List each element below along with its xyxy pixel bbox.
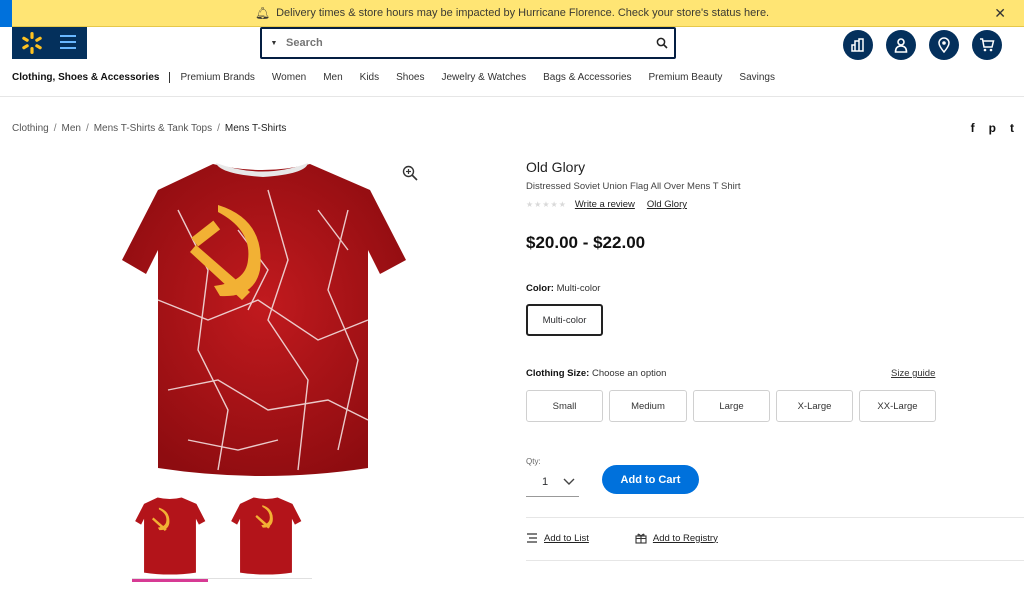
divider <box>526 517 1024 518</box>
size-option-small[interactable]: Small <box>526 390 603 422</box>
list-icon <box>527 533 537 543</box>
nav-item-premium-brands[interactable]: Premium Brands <box>180 72 254 83</box>
chevron-down-icon <box>563 478 575 485</box>
alert-banner[interactable]: 🔔︎ Delivery times & store hours may be i… <box>0 0 1024 27</box>
alert-strip <box>0 0 12 27</box>
add-to-registry-button[interactable]: Add to Registry <box>635 532 718 544</box>
rating-stars-icon: ★★★★★ <box>526 200 567 209</box>
nav-item-men[interactable]: Men <box>323 72 342 83</box>
header-icons <box>843 30 1002 60</box>
add-to-list-button[interactable]: Add to List <box>526 532 589 544</box>
cart-icon[interactable] <box>972 30 1002 60</box>
quantity-select[interactable]: 1 <box>526 467 579 497</box>
nav-item-clothing[interactable]: Clothing, Shoes & Accessories <box>12 72 171 83</box>
spark-logo-icon[interactable] <box>19 30 45 56</box>
price-range: $20.00 - $22.00 <box>526 233 646 252</box>
nav-item-jewelry[interactable]: Jewelry & Watches <box>441 72 526 83</box>
account-icon[interactable] <box>886 30 916 60</box>
list-actions: Add to List Add to Registry <box>526 532 764 544</box>
social-share: f p t <box>971 121 1014 135</box>
category-nav: Clothing, Shoes & Accessories Premium Br… <box>12 72 792 83</box>
menu-icon[interactable] <box>60 35 76 51</box>
add-to-cart-button[interactable]: Add to Cart <box>602 465 699 494</box>
brand-link[interactable]: Old Glory <box>647 199 687 210</box>
thumbnail-strip <box>132 494 304 582</box>
size-label: Clothing Size: Choose an option <box>526 368 667 379</box>
breadcrumb-item[interactable]: Mens T-Shirts & Tank Tops <box>94 123 212 134</box>
size-option-xx-large[interactable]: XX-Large <box>859 390 936 422</box>
close-icon[interactable]: ✕ <box>994 5 1006 22</box>
divider <box>0 96 1024 97</box>
qty-value: 1 <box>542 475 549 488</box>
product-title: Distressed Soviet Union Flag All Over Me… <box>526 181 741 192</box>
nav-item-savings[interactable]: Savings <box>739 72 775 83</box>
zoom-icon[interactable] <box>402 165 418 181</box>
search-bar[interactable]: ▼ <box>260 27 676 59</box>
breadcrumb-item[interactable]: Men <box>61 123 80 134</box>
nav-item-shoes[interactable]: Shoes <box>396 72 424 83</box>
size-guide-link[interactable]: Size guide <box>891 368 935 379</box>
size-option-medium[interactable]: Medium <box>609 390 687 422</box>
gift-icon <box>635 533 647 544</box>
size-options: Small Medium Large X-Large XX-Large <box>526 390 936 422</box>
nav-item-women[interactable]: Women <box>272 72 306 83</box>
color-label: Color: Multi-color <box>526 283 601 294</box>
rating-row: ★★★★★ Write a review Old Glory <box>526 199 699 210</box>
pinterest-icon[interactable]: p <box>989 121 996 135</box>
product-brand: Old Glory <box>526 159 586 175</box>
reorder-icon[interactable] <box>843 30 873 60</box>
breadcrumb-item[interactable]: Clothing <box>12 123 49 134</box>
product-image[interactable] <box>118 150 408 490</box>
color-option-button[interactable]: Multi-color <box>526 304 603 336</box>
search-input[interactable] <box>286 37 650 49</box>
thumbnail-front[interactable] <box>132 494 208 582</box>
thumbnail-back[interactable] <box>228 494 304 578</box>
bell-icon: 🔔︎ <box>254 6 271 20</box>
location-pin-icon[interactable] <box>929 30 959 60</box>
breadcrumb: Clothing / Men / Mens T-Shirts & Tank Tops… <box>12 123 287 134</box>
size-option-x-large[interactable]: X-Large <box>776 390 853 422</box>
nav-item-kids[interactable]: Kids <box>360 72 379 83</box>
search-dropdown-icon[interactable]: ▼ <box>262 40 286 47</box>
qty-label: Qty: <box>526 457 541 466</box>
write-review-link[interactable]: Write a review <box>575 199 635 210</box>
breadcrumb-current[interactable]: Mens T-Shirts <box>225 123 287 134</box>
divider <box>132 578 312 579</box>
size-option-large[interactable]: Large <box>693 390 770 422</box>
nav-item-premium-beauty[interactable]: Premium Beauty <box>649 72 723 83</box>
divider <box>526 560 1024 561</box>
search-icon[interactable] <box>650 31 674 55</box>
logo-block[interactable] <box>12 27 87 59</box>
alert-message[interactable]: Delivery times & store hours may be impa… <box>276 7 769 19</box>
facebook-icon[interactable]: f <box>971 121 975 135</box>
twitter-icon[interactable]: t <box>1010 121 1014 135</box>
nav-item-bags[interactable]: Bags & Accessories <box>543 72 631 83</box>
